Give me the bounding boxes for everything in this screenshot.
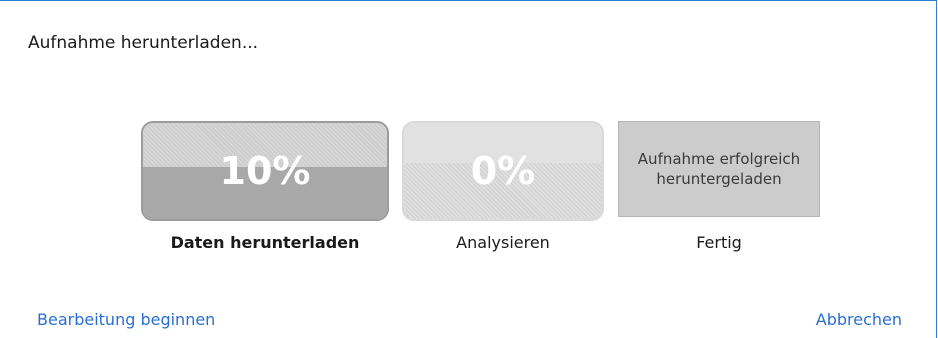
download-percent: 10% <box>219 149 311 193</box>
step-download-progress-tile: 10% <box>141 121 389 221</box>
start-editing-link[interactable]: Bearbeitung beginnen <box>37 310 215 329</box>
step-analyze-progress-tile: 0% <box>402 121 604 221</box>
analyze-percent: 0% <box>470 149 536 193</box>
done-message: Aufnahme erfolgreich heruntergeladen <box>637 150 801 188</box>
step-label-analyze: Analysieren <box>456 233 550 252</box>
step-label-download: Daten herunterladen <box>170 233 360 252</box>
cancel-link[interactable]: Abbrechen <box>816 310 902 329</box>
dialog-title: Aufnahme herunterladen... <box>28 33 259 53</box>
download-dialog: Aufnahme herunterladen... 10% 0% Aufnahm… <box>0 0 937 338</box>
step-done-tile: Aufnahme erfolgreich heruntergeladen <box>618 121 820 217</box>
step-label-done: Fertig <box>696 233 742 252</box>
